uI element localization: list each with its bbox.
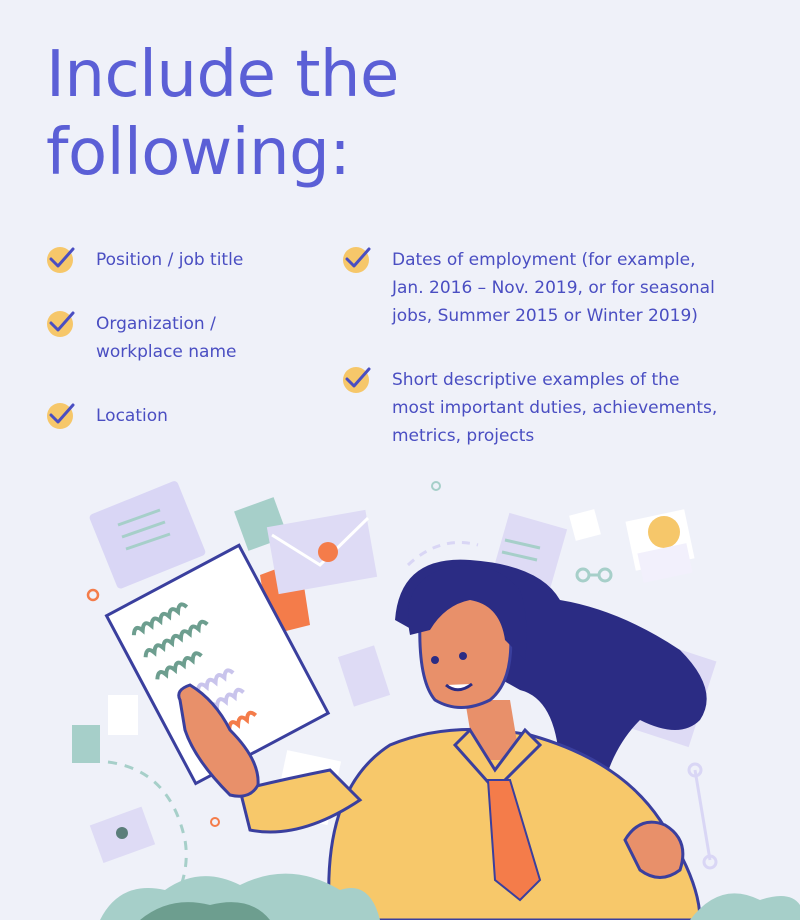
checklist-item-text: Short descriptive examples of the most i… [392, 370, 718, 446]
checklist-item-text: Dates of employment (for example, Jan. 2… [392, 250, 715, 326]
woman-with-papers-illustration [72, 481, 800, 920]
check-icon [47, 247, 75, 273]
page-title: Include the following: [46, 36, 399, 192]
checklist-item-organization: Organization / workplace name [46, 310, 237, 366]
checklist-item-text: Position / job title [96, 250, 244, 270]
check-icon [343, 367, 371, 393]
checklist-item-location: Location [46, 402, 168, 430]
title-line-2: following: [46, 116, 351, 190]
checklist-item-dates: Dates of employment (for example, Jan. 2… [342, 246, 715, 330]
check-icon [47, 403, 75, 429]
title-line-1: Include the [46, 38, 399, 112]
checklist-item-duties: Short descriptive examples of the most i… [342, 366, 717, 450]
check-icon [47, 311, 75, 337]
checklist-item-text: Organization / workplace name [96, 314, 237, 362]
checklist-item-position: Position / job title [46, 246, 243, 274]
check-icon [343, 247, 371, 273]
checklist-item-text: Location [96, 406, 168, 426]
